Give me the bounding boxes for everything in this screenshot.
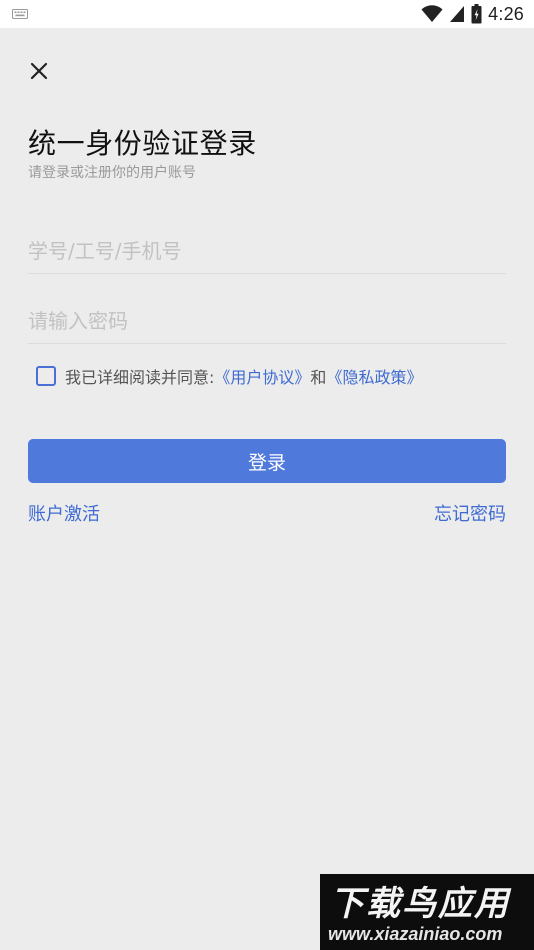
battery-icon — [471, 4, 482, 24]
privacy-policy-link[interactable]: 《隐私政策》 — [326, 364, 422, 388]
watermark-title: 下载鸟应用 — [330, 884, 510, 924]
user-agreement-link[interactable]: 《用户协议》 — [214, 364, 310, 388]
keyboard-icon — [12, 9, 28, 19]
forgot-password-link[interactable]: 忘记密码 — [434, 500, 506, 526]
close-icon — [30, 62, 48, 80]
account-input[interactable] — [28, 228, 506, 273]
watermark-url: www.xiazainiao.com — [328, 924, 503, 944]
status-time: 4:26 — [488, 3, 524, 24]
agreement-prefix: 我已详细阅读并同意: — [65, 368, 215, 387]
login-screen: 统一身份验证登录 请登录或注册你的用户账号 我已详细阅读并同意: 《用户协议》 … — [0, 28, 534, 950]
password-field — [28, 298, 506, 344]
agreement-row: 我已详细阅读并同意: 《用户协议》 和 《隐私政策》 — [36, 364, 422, 388]
agreement-checkbox[interactable] — [36, 366, 56, 386]
wifi-icon — [421, 5, 443, 22]
cellular-signal-icon — [450, 6, 465, 22]
agreement-and: 和 — [310, 368, 327, 387]
watermark: 下载鸟应用 www.xiazainiao.com — [320, 874, 534, 950]
page-title: 统一身份验证登录 — [28, 127, 257, 160]
password-input[interactable] — [28, 298, 506, 343]
status-bar: 4:26 — [0, 0, 534, 28]
status-icons: 4:26 — [421, 3, 524, 25]
activate-account-link[interactable]: 账户激活 — [28, 500, 100, 526]
close-button[interactable] — [24, 56, 54, 86]
account-field — [28, 228, 506, 274]
page-subtitle: 请登录或注册你的用户账号 — [28, 165, 196, 181]
login-button[interactable]: 登录 — [28, 439, 506, 483]
